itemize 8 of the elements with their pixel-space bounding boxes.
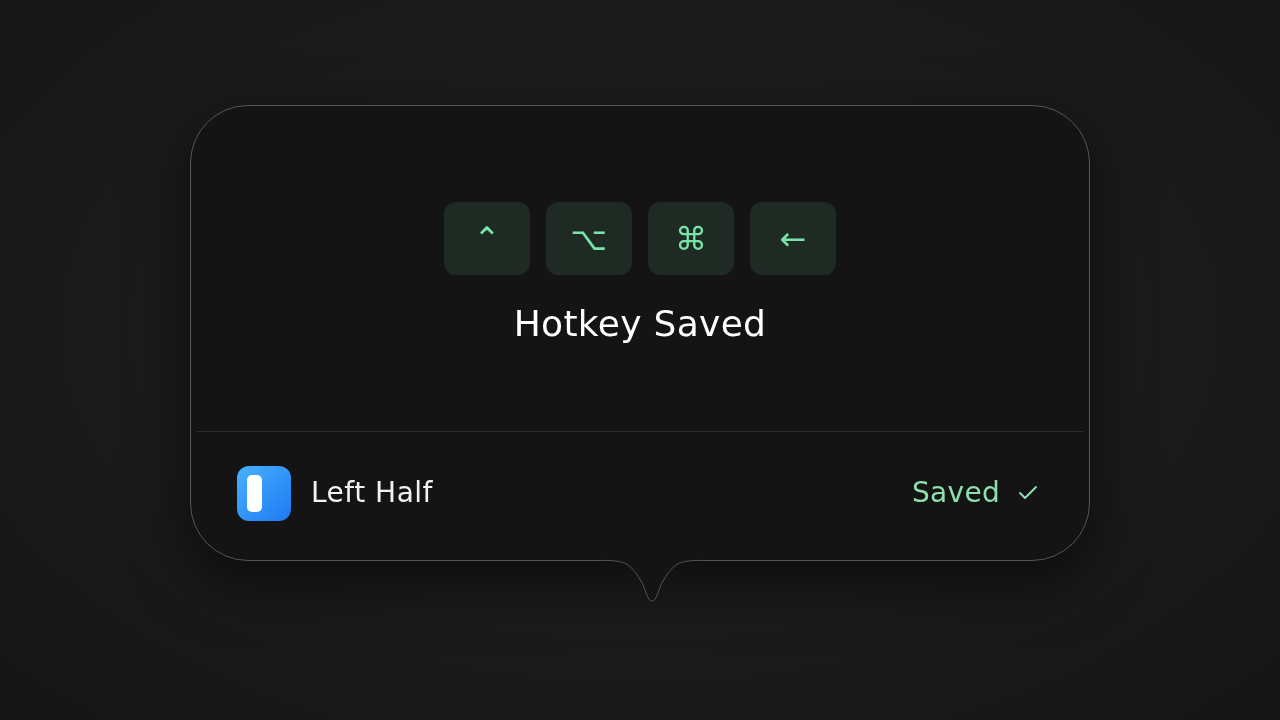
window-layout-icon [237,465,291,521]
keycap: ⌘ [648,202,734,275]
action-label: Left Half [311,475,433,511]
popover-title: Hotkey Saved [513,302,767,346]
keycap: ⌃ [444,202,530,275]
keycap: ⌥ [546,202,632,275]
keycap: ← [750,202,836,275]
status-text: Saved [912,475,1000,511]
